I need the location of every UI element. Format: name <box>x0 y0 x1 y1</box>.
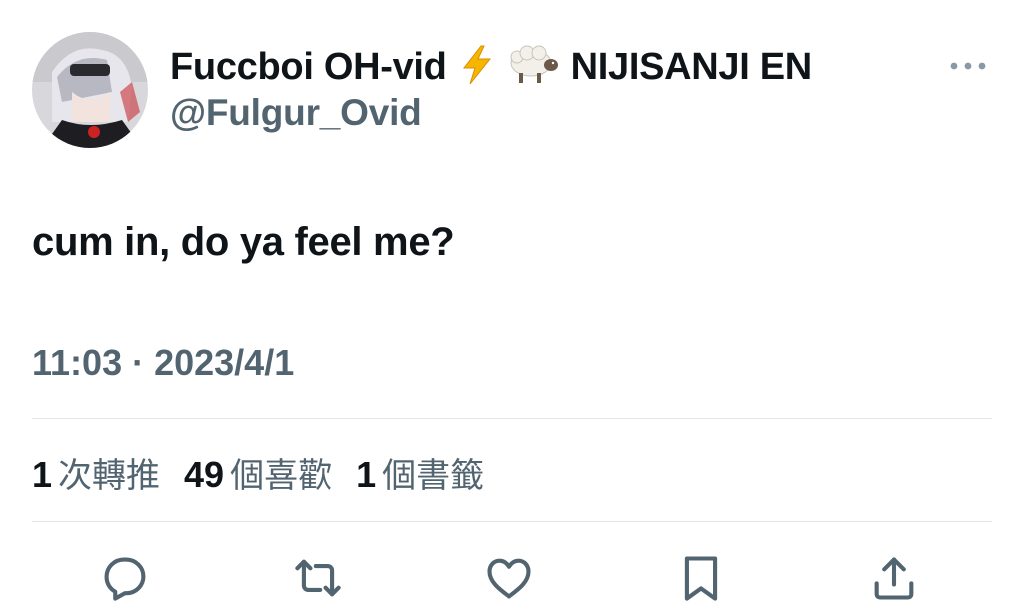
like-icon[interactable] <box>481 550 537 606</box>
bookmark-label: 個書籤 <box>382 456 485 496</box>
engagement-stats: 1 次轉推 49 個喜歡 1 個書籤 <box>32 448 484 497</box>
timestamp[interactable]: 11:03 · 2023/4/1 <box>32 342 294 384</box>
bookmark-stat[interactable]: 1 個書籤 <box>356 448 484 497</box>
divider <box>32 418 992 419</box>
share-icon[interactable] <box>866 550 922 606</box>
org-name: NIJISANJI EN <box>570 45 813 88</box>
tweet-text: cum in, do ya feel me? <box>32 220 455 264</box>
like-stat[interactable]: 49 個喜歡 <box>184 448 332 497</box>
tweet-time[interactable]: 11:03 <box>32 342 122 384</box>
action-bar <box>0 550 1024 606</box>
sheep-icon <box>507 45 559 90</box>
display-name[interactable]: Fuccboi OH-vid <box>170 46 447 89</box>
user-handle[interactable]: @Fulgur_Ovid <box>170 92 422 134</box>
retweet-label: 次轉推 <box>58 456 161 496</box>
retweet-count: 1 <box>32 454 53 495</box>
more-options-icon[interactable] <box>948 56 988 76</box>
retweet-stat[interactable]: 1 次轉推 <box>32 448 160 497</box>
retweet-icon[interactable] <box>290 550 346 606</box>
bookmark-icon[interactable] <box>673 550 729 606</box>
timestamp-separator: · <box>132 342 145 383</box>
divider <box>32 521 992 522</box>
reply-icon[interactable] <box>97 550 153 606</box>
tweet-date[interactable]: 2023/4/1 <box>154 342 294 384</box>
bookmark-count: 1 <box>356 454 377 495</box>
like-count: 49 <box>184 454 225 495</box>
like-label: 個喜歡 <box>230 456 333 496</box>
author-name-row[interactable]: Fuccboi OH-vid NIJISANJI EN <box>170 44 812 90</box>
lightning-icon <box>459 45 495 90</box>
avatar[interactable] <box>32 32 148 148</box>
